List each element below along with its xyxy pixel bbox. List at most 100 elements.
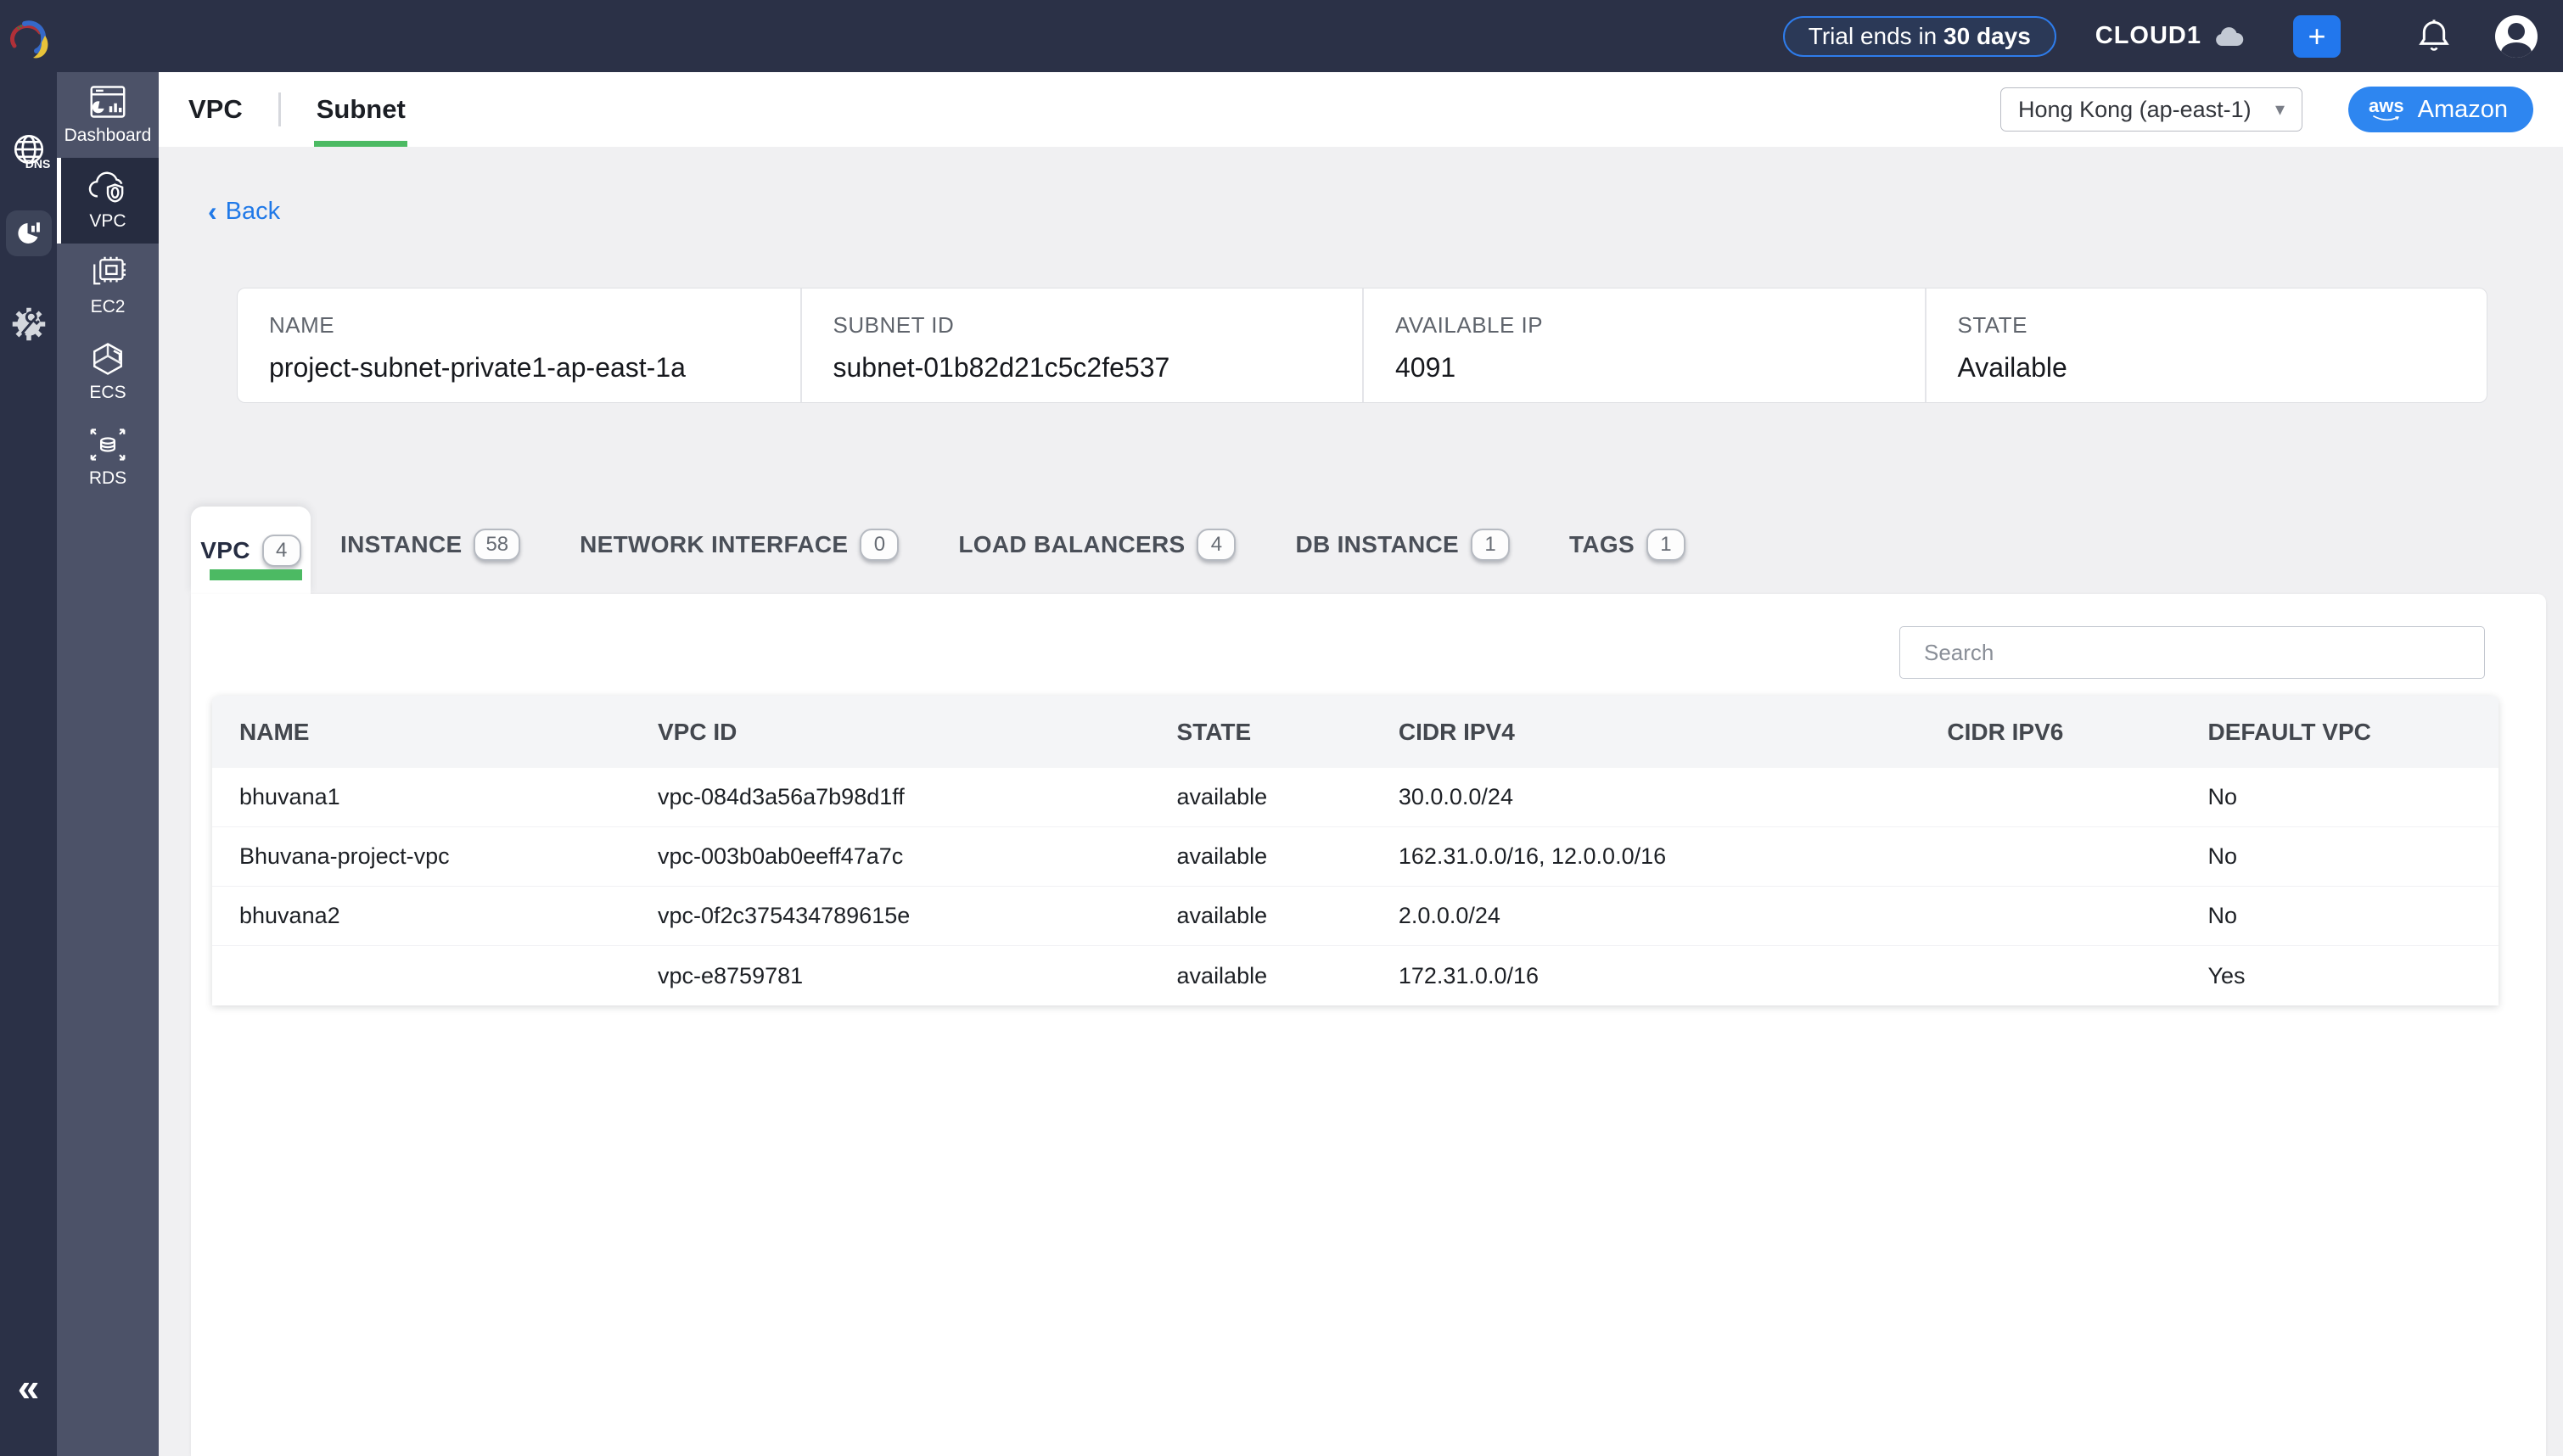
- back-button[interactable]: ‹ Back: [208, 196, 280, 227]
- ecs-container-icon: [89, 341, 126, 377]
- cell-state: available: [1150, 887, 1371, 945]
- cell-cidr-ipv6: [1920, 827, 2180, 886]
- plus-glyph: +: [2308, 19, 2325, 54]
- field-label: STATE: [1958, 312, 2487, 339]
- main-area: VPC Subnet Hong Kong (ap-east-1) ▾ aws A…: [159, 72, 2563, 1456]
- cell-default-vpc: Yes: [2181, 946, 2499, 1005]
- cell-state: available: [1150, 768, 1371, 826]
- table-row[interactable]: bhuvana1 vpc-084d3a56a7b98d1ff available…: [212, 768, 2499, 827]
- cell-name: Bhuvana-project-vpc: [212, 827, 631, 886]
- cell-cidr-ipv4: 172.31.0.0/16: [1371, 946, 1921, 1005]
- cell-default-vpc: No: [2181, 887, 2499, 945]
- sidebar-item-rds[interactable]: RDS: [57, 415, 159, 501]
- tab-count-badge: 58: [474, 529, 520, 561]
- summary-field-name: NAME project-subnet-private1-ap-east-1a: [238, 288, 800, 402]
- subnet-summary-card: NAME project-subnet-private1-ap-east-1a …: [237, 288, 2487, 403]
- trial-days: 30 days: [1943, 23, 2031, 50]
- tab-count-badge: 4: [1197, 529, 1236, 561]
- tab-count-badge: 1: [1471, 529, 1510, 561]
- avatar-head: [2508, 23, 2525, 40]
- cell-name: bhuvana2: [212, 887, 631, 945]
- chevron-left-icon: ‹: [208, 196, 217, 227]
- sidebar-item-ec2[interactable]: EC2: [57, 244, 159, 329]
- user-avatar[interactable]: [2495, 15, 2538, 58]
- table-row[interactable]: Bhuvana-project-vpc vpc-003b0ab0eeff47a7…: [212, 827, 2499, 887]
- field-label: AVAILABLE IP: [1395, 312, 1925, 339]
- gear-wrench-icon: [10, 305, 48, 343]
- tab-count-badge: 0: [860, 529, 899, 561]
- header-tab-label: Subnet: [317, 94, 406, 125]
- region-selector[interactable]: Hong Kong (ap-east-1) ▾: [2000, 87, 2302, 132]
- sidebar-item-label: EC2: [91, 297, 126, 317]
- tab-count-badge: 4: [262, 535, 301, 567]
- header-tab-vpc[interactable]: VPC: [185, 72, 246, 147]
- collapse-sidebar-button[interactable]: «: [0, 1364, 57, 1410]
- sidebar-item-ecs[interactable]: ECS: [57, 329, 159, 415]
- sidebar-item-vpc[interactable]: VPC: [57, 158, 159, 244]
- field-value: 4091: [1395, 352, 1925, 384]
- tab-network-interface[interactable]: NETWORK INTERFACE 0: [550, 507, 928, 582]
- rds-database-icon: [88, 427, 127, 462]
- field-value: project-subnet-private1-ap-east-1a: [269, 352, 800, 384]
- pie-chart-icon: [6, 210, 52, 256]
- tab-count-badge: 1: [1646, 529, 1685, 561]
- tab-tags[interactable]: TAGS 1: [1539, 507, 1715, 582]
- table-row[interactable]: bhuvana2 vpc-0f2c375434789615e available…: [212, 887, 2499, 946]
- field-value: subnet-01b82d21c5c2fe537: [833, 352, 1363, 384]
- sidebar-item-label: VPC: [89, 211, 126, 232]
- cloud-icon: [2213, 25, 2244, 48]
- active-tab-underline: [314, 141, 407, 147]
- tab-label: DB INSTANCE: [1295, 531, 1459, 558]
- header-tab-divider: [278, 92, 281, 126]
- cell-vpc-id: vpc-0f2c375434789615e: [631, 887, 1150, 945]
- summary-field-available-ip: AVAILABLE IP 4091: [1362, 288, 1925, 402]
- notifications-bell-icon[interactable]: [2417, 18, 2451, 55]
- cell-cidr-ipv4: 2.0.0.0/24: [1371, 887, 1921, 945]
- ec2-chip-icon: [88, 255, 127, 291]
- column-header-vpc-id: VPC ID: [631, 696, 1150, 768]
- sidebar-item-settings[interactable]: [0, 305, 57, 343]
- tab-content-panel: NAME VPC ID STATE CIDR IPV4 CIDR IPV6 DE…: [191, 594, 2546, 1456]
- tab-load-balancers[interactable]: LOAD BALANCERS 4: [928, 507, 1265, 582]
- tab-vpc[interactable]: VPC 4: [191, 507, 311, 594]
- provider-amazon-button[interactable]: aws Amazon: [2348, 87, 2533, 132]
- sidebar-item-label: RDS: [89, 468, 126, 489]
- field-label: SUBNET ID: [833, 312, 1363, 339]
- sidebar-item-dns[interactable]: DNS: [0, 132, 57, 171]
- field-label: NAME: [269, 312, 800, 339]
- sidebar-item-dashboard[interactable]: Dashboard: [57, 72, 159, 158]
- cell-vpc-id: vpc-084d3a56a7b98d1ff: [631, 768, 1150, 826]
- table-header-row: NAME VPC ID STATE CIDR IPV4 CIDR IPV6 DE…: [212, 696, 2499, 768]
- cell-default-vpc: No: [2181, 827, 2499, 886]
- tab-label: TAGS: [1569, 531, 1635, 558]
- region-value: Hong Kong (ap-east-1): [2018, 97, 2252, 123]
- cell-cidr-ipv6: [1920, 768, 2180, 826]
- provider-label: Amazon: [2418, 96, 2508, 124]
- cell-name: bhuvana1: [212, 768, 631, 826]
- add-button[interactable]: +: [2293, 15, 2341, 58]
- cell-cidr-ipv4: 30.0.0.0/24: [1371, 768, 1921, 826]
- vpc-cloud-shield-icon: [87, 170, 128, 205]
- search-input[interactable]: [1899, 626, 2485, 679]
- avatar-shoulders: [2501, 42, 2532, 58]
- table-row[interactable]: vpc-e8759781 available 172.31.0.0/16 Yes: [212, 946, 2499, 1005]
- tab-label: LOAD BALANCERS: [958, 531, 1185, 558]
- app-logo[interactable]: [6, 17, 50, 64]
- tab-instance[interactable]: INSTANCE 58: [311, 507, 550, 582]
- header-tab-subnet[interactable]: Subnet: [313, 72, 409, 147]
- cell-vpc-id: vpc-e8759781: [631, 946, 1150, 1005]
- cell-cidr-ipv6: [1920, 946, 2180, 1005]
- dns-label: DNS: [25, 157, 51, 171]
- tab-db-instance[interactable]: DB INSTANCE 1: [1265, 507, 1539, 582]
- sidebar-item-monitoring[interactable]: [0, 210, 57, 256]
- column-header-name: NAME: [212, 696, 631, 768]
- trial-badge[interactable]: Trial ends in 30 days: [1783, 16, 2056, 57]
- vpc-table: NAME VPC ID STATE CIDR IPV4 CIDR IPV6 DE…: [212, 696, 2499, 1005]
- summary-field-state: STATE Available: [1925, 288, 2487, 402]
- tab-label: NETWORK INTERFACE: [580, 531, 848, 558]
- icon-rail: DNS: [0, 0, 57, 1456]
- collapse-icon: «: [18, 1364, 40, 1410]
- back-label: Back: [226, 198, 280, 226]
- field-value: Available: [1958, 352, 2487, 384]
- cell-state: available: [1150, 827, 1371, 886]
